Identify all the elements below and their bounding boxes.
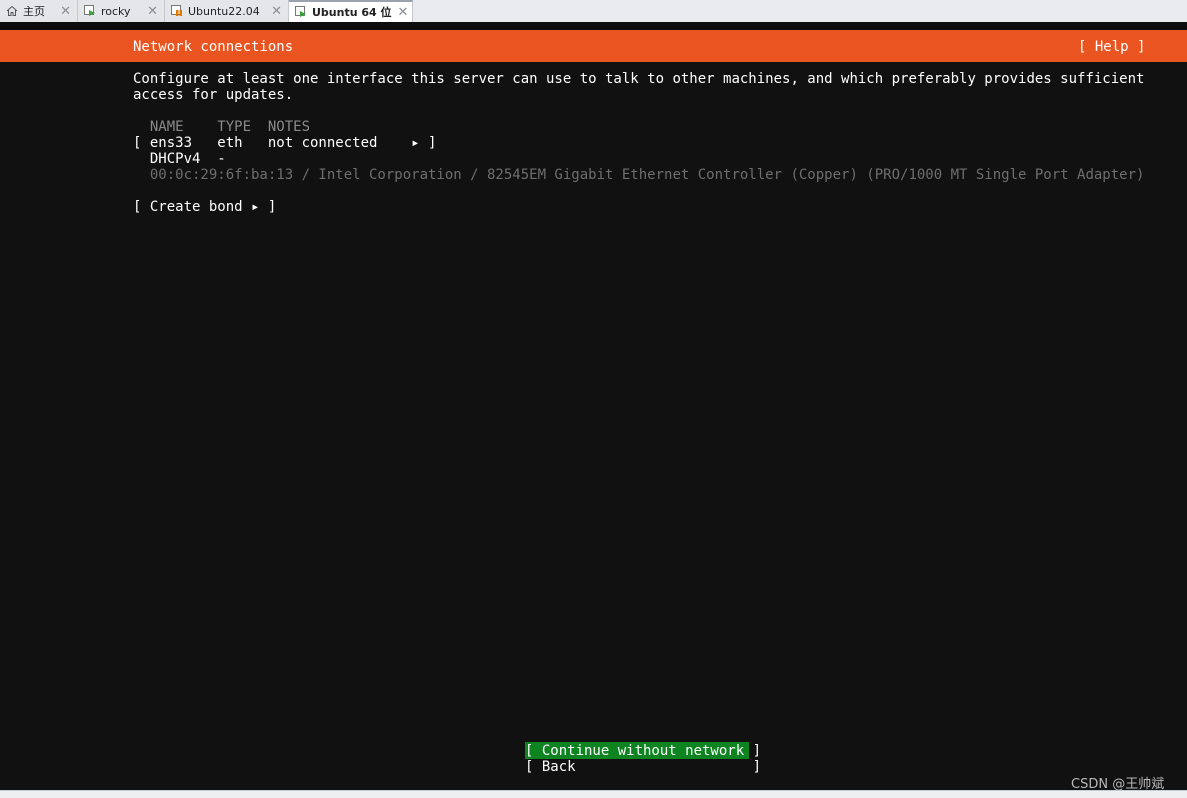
close-icon[interactable]: ✕ [265, 4, 282, 19]
console-top-strip [0, 22, 1187, 30]
create-bond-button[interactable]: [ Create bond ▸ ] [133, 199, 276, 215]
vm-running-icon [295, 6, 307, 18]
continue-without-network-button[interactable]: [ Continue without network ] [525, 743, 761, 759]
vm-paused-icon [171, 5, 183, 17]
tab-home[interactable]: 主页 ✕ [0, 0, 78, 22]
tab-ubuntu2204-label: Ubuntu22.04 [188, 4, 260, 18]
tab-ubuntu64-label: Ubuntu 64 位 [312, 6, 392, 19]
description-line-2: access for updates. [133, 87, 294, 103]
description-line-1: Configure at least one interface this se… [133, 71, 1145, 87]
interface-table-header: NAME TYPE NOTES [133, 119, 311, 135]
interface-hardware-info: 00:0c:29:6f:ba:13 / Intel Corporation / … [133, 167, 1145, 183]
vm-tab-bar: 主页 ✕ rocky ✕ Ubuntu22.04 ✕ Ubuntu 64 位 ✕ [0, 0, 1187, 23]
tab-ubuntu2204[interactable]: Ubuntu22.04 ✕ [165, 0, 289, 22]
close-icon[interactable]: ✕ [392, 5, 409, 20]
close-icon[interactable]: ✕ [141, 4, 158, 19]
tab-home-label: 主页 [23, 5, 45, 18]
tab-ubuntu64[interactable]: Ubuntu 64 位 ✕ [289, 0, 413, 22]
tab-rocky[interactable]: rocky ✕ [78, 0, 165, 22]
back-button[interactable]: [ Back ] [525, 759, 761, 775]
interface-row-ens33[interactable]: [ ens33 eth not connected ▸ ] [133, 135, 436, 151]
page-title: Network connections [133, 39, 294, 55]
interface-dhcp-row: DHCPv4 - [133, 151, 226, 167]
tab-rocky-label: rocky [101, 4, 131, 18]
help-button[interactable]: [ Help ] [1078, 39, 1145, 55]
home-icon [6, 5, 18, 17]
vm-running-icon [84, 5, 96, 17]
vm-status-bar [0, 790, 1187, 798]
close-icon[interactable]: ✕ [54, 4, 71, 19]
